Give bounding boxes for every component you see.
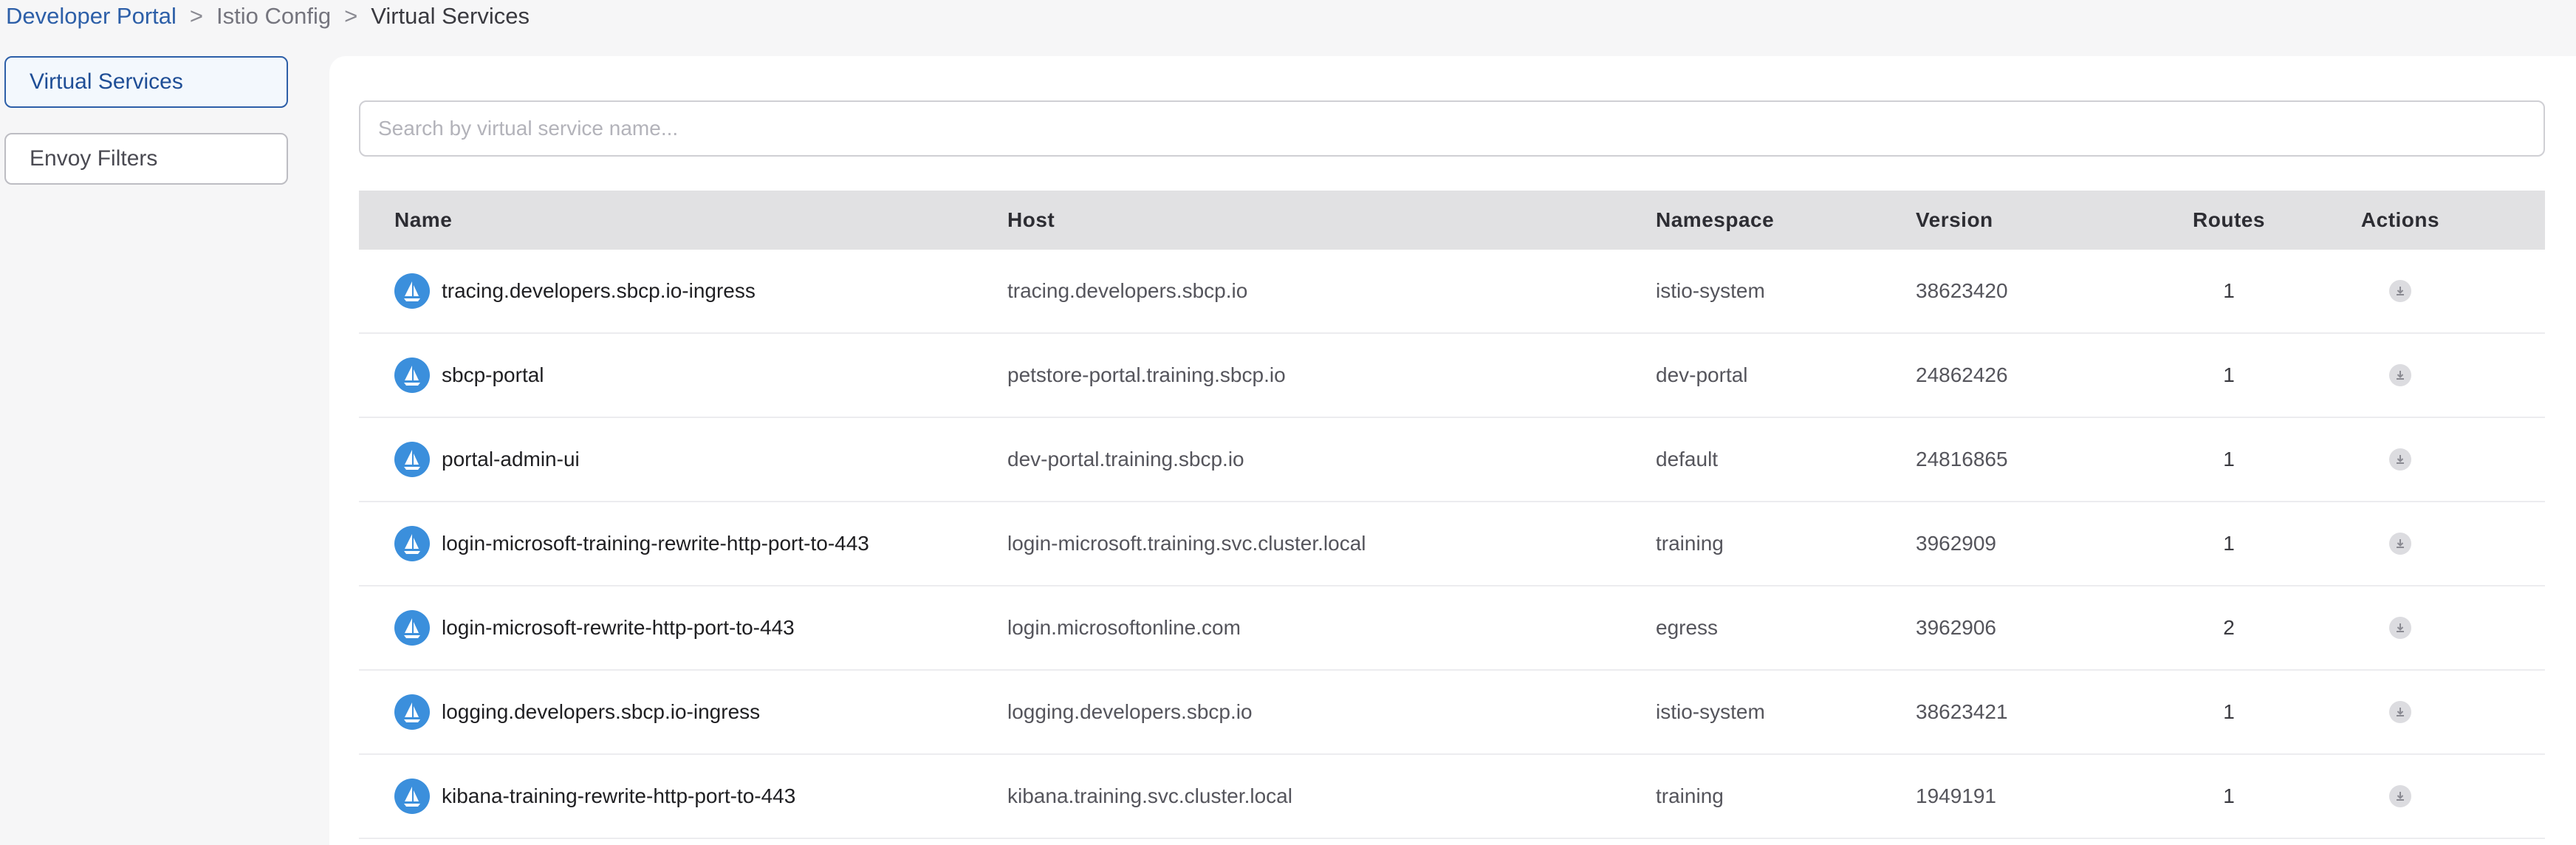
sailboat-icon xyxy=(394,610,430,646)
breadcrumb: Developer Portal > Istio Config > Virtua… xyxy=(6,0,530,32)
cell-name: portal-admin-ui xyxy=(359,442,1007,477)
cell-routes: 2 xyxy=(2223,616,2235,639)
cell-version: 38623420 xyxy=(1916,279,2008,302)
cell-namespace: dev-portal xyxy=(1656,363,1748,386)
cell-namespace: egress xyxy=(1656,616,1719,639)
cell-host: login.microsoftonline.com xyxy=(1007,616,1241,639)
cell-host: logging.developers.sbcp.io xyxy=(1007,700,1253,723)
cell-routes: 1 xyxy=(2223,532,2235,555)
cell-namespace: default xyxy=(1656,448,1719,471)
sidebar-item-virtual-services[interactable]: Virtual Services xyxy=(4,56,288,108)
breadcrumb-current-page: Virtual Services xyxy=(371,3,530,29)
cell-actions xyxy=(2309,533,2492,555)
cell-routes: 1 xyxy=(2223,363,2235,386)
sailboat-icon xyxy=(394,442,430,477)
breadcrumb-separator: > xyxy=(189,3,204,29)
sailboat-icon xyxy=(394,358,430,393)
cell-name: login-microsoft-rewrite-http-port-to-443 xyxy=(359,610,1007,646)
virtual-service-name[interactable]: logging.developers.sbcp.io-ingress xyxy=(442,700,760,724)
sailboat-icon xyxy=(394,779,430,814)
breadcrumb-separator: > xyxy=(344,3,358,29)
cell-version: 24862426 xyxy=(1916,363,2008,386)
virtual-service-name[interactable]: sbcp-portal xyxy=(442,363,544,387)
cell-name: login-microsoft-training-rewrite-http-po… xyxy=(359,526,1007,561)
cell-name: sbcp-portal xyxy=(359,358,1007,393)
cell-actions xyxy=(2309,448,2492,471)
cell-host: dev-portal.training.sbcp.io xyxy=(1007,448,1244,471)
table-body: tracing.developers.sbcp.io-ingress tracin… xyxy=(359,250,2545,839)
table-row[interactable]: login-microsoft-rewrite-http-port-to-443… xyxy=(359,586,2545,671)
cell-actions xyxy=(2309,364,2492,386)
download-icon[interactable] xyxy=(2389,364,2411,386)
cell-host: petstore-portal.training.sbcp.io xyxy=(1007,363,1286,386)
virtual-service-name[interactable]: kibana-training-rewrite-http-port-to-443 xyxy=(442,784,795,808)
cell-version: 1949191 xyxy=(1916,784,1997,807)
column-header-actions: Actions xyxy=(2360,208,2440,231)
cell-namespace: training xyxy=(1656,784,1724,807)
table-row[interactable]: tracing.developers.sbcp.io-ingress tracin… xyxy=(359,250,2545,334)
download-icon[interactable] xyxy=(2389,617,2411,639)
breadcrumb-istio-config[interactable]: Istio Config xyxy=(216,3,331,30)
column-header-routes[interactable]: Routes xyxy=(2149,208,2309,232)
column-header-host[interactable]: Host xyxy=(1007,208,1656,232)
virtual-services-table: Name Host Namespace Version Routes Actio… xyxy=(359,191,2545,839)
download-icon[interactable] xyxy=(2389,533,2411,555)
download-icon[interactable] xyxy=(2389,448,2411,471)
cell-version: 3962906 xyxy=(1916,616,1997,639)
table-row[interactable]: sbcp-portal petstore-portal.training.sbcp… xyxy=(359,334,2545,418)
cell-actions xyxy=(2309,785,2492,807)
sailboat-icon xyxy=(394,694,430,730)
download-icon[interactable] xyxy=(2389,701,2411,723)
cell-namespace: istio-system xyxy=(1656,700,1765,723)
virtual-service-name[interactable]: login-microsoft-rewrite-http-port-to-443 xyxy=(442,616,795,640)
cell-namespace: training xyxy=(1656,532,1724,555)
cell-actions xyxy=(2309,280,2492,302)
download-icon[interactable] xyxy=(2389,280,2411,302)
cell-host: login-microsoft.training.svc.cluster.loc… xyxy=(1007,532,1366,555)
cell-version: 3962909 xyxy=(1916,532,1997,555)
cell-host: tracing.developers.sbcp.io xyxy=(1007,279,1248,302)
column-header-version[interactable]: Version xyxy=(1916,208,2149,232)
sailboat-icon xyxy=(394,526,430,561)
cell-version: 38623421 xyxy=(1916,700,2008,723)
virtual-service-name[interactable]: tracing.developers.sbcp.io-ingress xyxy=(442,279,756,303)
cell-version: 24816865 xyxy=(1916,448,2008,471)
cell-routes: 1 xyxy=(2223,784,2235,807)
cell-actions xyxy=(2309,617,2492,639)
table-row[interactable]: kibana-training-rewrite-http-port-to-443… xyxy=(359,755,2545,839)
virtual-service-name[interactable]: login-microsoft-training-rewrite-http-po… xyxy=(442,532,869,555)
cell-host: kibana.training.svc.cluster.local xyxy=(1007,784,1292,807)
cell-name: logging.developers.sbcp.io-ingress xyxy=(359,694,1007,730)
cell-routes: 1 xyxy=(2223,279,2235,302)
download-icon[interactable] xyxy=(2389,785,2411,807)
sidebar-item-envoy-filters[interactable]: Envoy Filters xyxy=(4,133,288,185)
sidebar: Virtual Services Envoy Filters xyxy=(4,56,288,210)
table-row[interactable]: portal-admin-ui dev-portal.training.sbcp.… xyxy=(359,418,2545,502)
main-panel: Name Host Namespace Version Routes Actio… xyxy=(329,56,2576,845)
table-row[interactable]: login-microsoft-training-rewrite-http-po… xyxy=(359,502,2545,586)
cell-namespace: istio-system xyxy=(1656,279,1765,302)
search-input[interactable] xyxy=(359,100,2545,157)
breadcrumb-developer-portal[interactable]: Developer Portal xyxy=(6,3,177,30)
table-row[interactable]: logging.developers.sbcp.io-ingress loggin… xyxy=(359,671,2545,755)
cell-routes: 1 xyxy=(2223,448,2235,471)
cell-routes: 1 xyxy=(2223,700,2235,723)
column-header-namespace[interactable]: Namespace xyxy=(1656,208,1916,232)
cell-name: kibana-training-rewrite-http-port-to-443 xyxy=(359,779,1007,814)
cell-name: tracing.developers.sbcp.io-ingress xyxy=(359,273,1007,309)
cell-actions xyxy=(2309,701,2492,723)
sailboat-icon xyxy=(394,273,430,309)
column-header-name[interactable]: Name xyxy=(359,208,1007,232)
table-header: Name Host Namespace Version Routes Actio… xyxy=(359,191,2545,250)
virtual-service-name[interactable]: portal-admin-ui xyxy=(442,448,580,471)
